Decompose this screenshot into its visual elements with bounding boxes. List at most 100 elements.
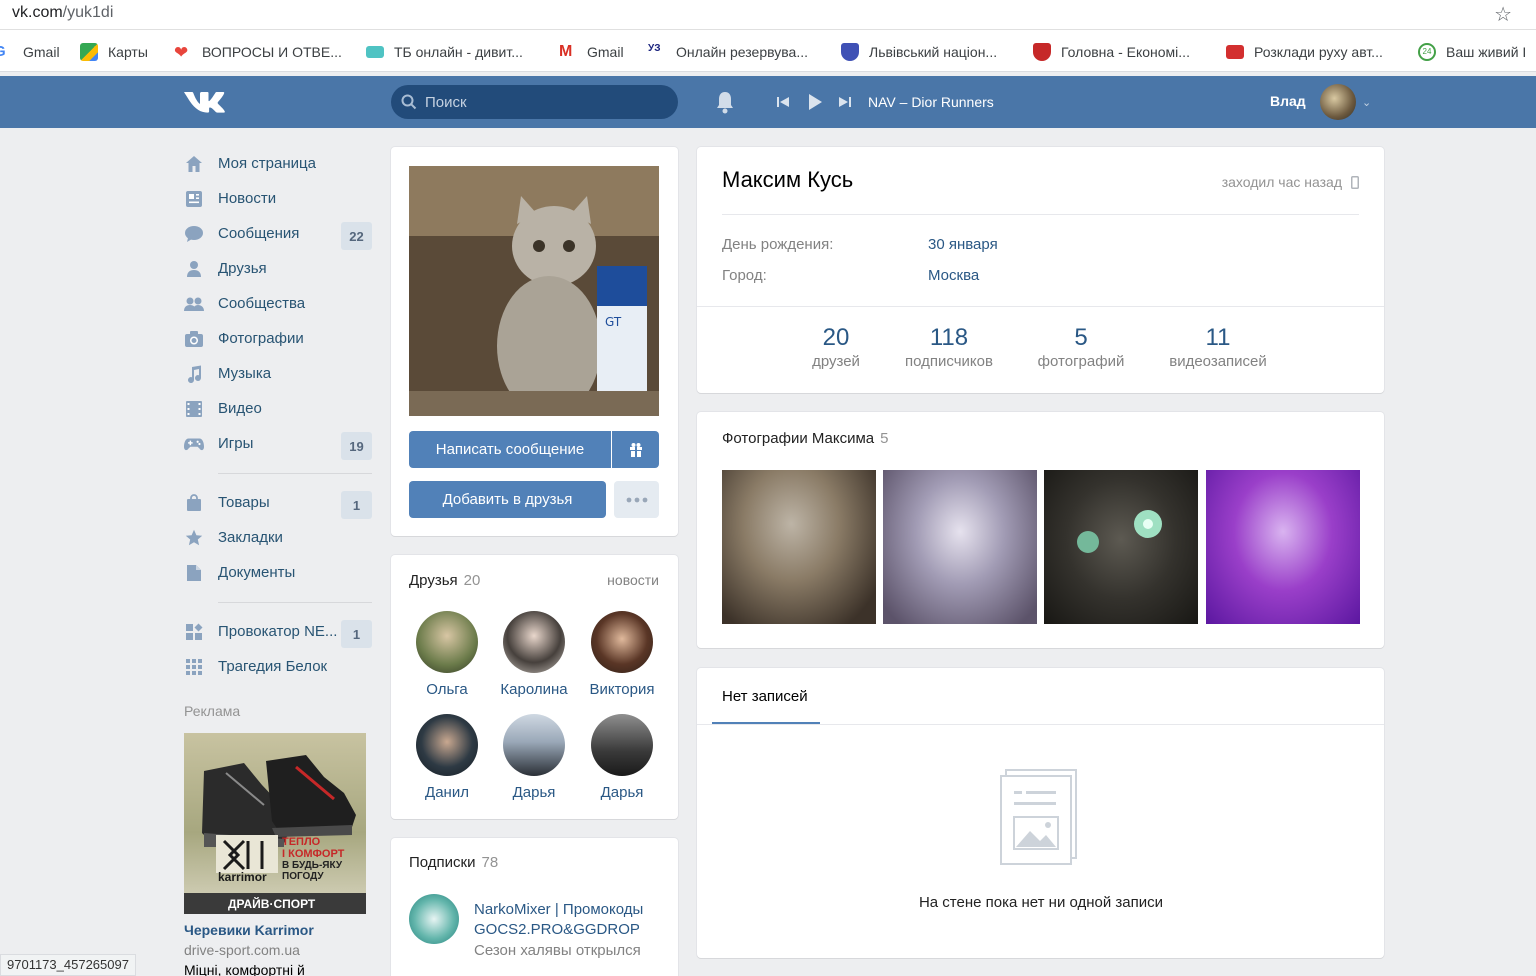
subscription-avatar[interactable] xyxy=(409,894,459,944)
play-icon[interactable] xyxy=(806,93,824,111)
gmail-icon: M xyxy=(559,43,573,60)
menu-item-video[interactable]: Видео xyxy=(184,391,372,426)
url-text[interactable]: vk.com/yuk1di xyxy=(12,4,113,22)
friend-item[interactable]: Виктория xyxy=(578,611,666,698)
friend-name: Ольга xyxy=(426,681,468,698)
birthday-label: День рождения: xyxy=(722,236,834,253)
bookmark-uz[interactable]: УЗ Онлайн резервува... xyxy=(648,42,808,62)
city-value[interactable]: Москва xyxy=(928,267,979,284)
menu-item-app-tragedy[interactable]: Трагедия Белок xyxy=(184,649,372,684)
now-playing-track[interactable]: NAV – Dior Runners xyxy=(868,94,994,110)
stat-videos[interactable]: 11 видеозаписей xyxy=(1158,324,1278,370)
friend-avatar xyxy=(503,714,565,776)
friend-item[interactable]: Данил xyxy=(403,714,491,801)
friend-name: Виктория xyxy=(589,681,655,698)
menu-item-music[interactable]: Музыка xyxy=(184,356,372,391)
menu-item-games[interactable]: Игры 19 xyxy=(184,426,372,461)
menu-item-documents[interactable]: Документы xyxy=(184,555,372,590)
svg-text:В БУДЬ-ЯКУ: В БУДЬ-ЯКУ xyxy=(282,860,343,871)
stat-friends[interactable]: 20 друзей xyxy=(796,324,876,370)
add-friend-button[interactable]: Добавить в друзья xyxy=(409,481,606,518)
ad-image[interactable]: karrimor ТЕПЛО І КОМФОРТ В БУДЬ-ЯКУ ПОГО… xyxy=(184,733,366,914)
more-actions-button[interactable] xyxy=(614,481,659,518)
crest-icon xyxy=(1033,43,1051,61)
ad-title[interactable]: Черевики Karrimor xyxy=(184,922,314,938)
friend-name: Дарья xyxy=(600,784,644,801)
document-icon xyxy=(184,564,204,582)
news-icon xyxy=(184,190,204,208)
address-bar[interactable]: vk.com/yuk1di ☆ xyxy=(0,0,1536,30)
svg-text:ДРАЙВ·СПОРТ: ДРАЙВ·СПОРТ xyxy=(228,896,316,911)
gift-button[interactable] xyxy=(612,431,659,468)
menu-item-goods[interactable]: Товары 1 xyxy=(184,485,372,520)
photos-title[interactable]: Фотографии Максима 5 xyxy=(722,430,889,447)
chevron-down-icon[interactable]: ⌄ xyxy=(1362,96,1371,109)
stat-photos[interactable]: 5 фотографий xyxy=(1026,324,1136,370)
photo-thumbnail[interactable] xyxy=(722,470,876,624)
next-track-icon[interactable] xyxy=(838,95,852,109)
photos-card: Фотографии Максима 5 xyxy=(697,412,1384,648)
bookmark-gmail-1[interactable]: GGmail xyxy=(0,42,60,62)
star-icon xyxy=(184,529,204,547)
bookmark-gmail-2[interactable]: M Gmail xyxy=(559,42,624,62)
send-message-button[interactable]: Написать сообщение xyxy=(409,431,611,468)
subscription-name[interactable]: NarkoMixer | Промокоды GOCS2.PRO&GGDROP xyxy=(474,900,674,940)
subscriptions-title[interactable]: Подписки 78 xyxy=(409,854,498,871)
bookmark-lviv[interactable]: Львівський націон... xyxy=(841,42,997,62)
bookmark-tb-online[interactable]: ТБ онлайн - дивит... xyxy=(366,42,523,62)
photo-thumbnail[interactable] xyxy=(1206,470,1360,624)
menu-item-label: Друзья xyxy=(218,260,267,277)
google-icon: G xyxy=(0,43,8,61)
milk-label: GT xyxy=(605,315,622,329)
menu-item-my-page[interactable]: Моя страница xyxy=(184,146,372,181)
bookmark-star-icon[interactable]: ☆ xyxy=(1494,2,1512,27)
menu-item-label: Провокатор NE... xyxy=(218,623,338,640)
more-dots-icon xyxy=(626,497,647,502)
menu-item-photos[interactable]: Фотографии xyxy=(184,321,372,356)
friends-news-link[interactable]: новости xyxy=(607,572,659,588)
menu-item-news[interactable]: Новости xyxy=(184,181,372,216)
search-bar[interactable] xyxy=(391,85,678,119)
current-user-avatar[interactable] xyxy=(1320,84,1356,120)
photo-thumbnail[interactable] xyxy=(883,470,1037,624)
menu-item-label: Новости xyxy=(218,190,277,207)
menu-item-groups[interactable]: Сообщества xyxy=(184,286,372,321)
photo-thumbnail[interactable] xyxy=(1044,470,1198,624)
friend-item[interactable]: Дарья xyxy=(490,714,578,801)
vk-logo-icon[interactable] xyxy=(184,89,228,115)
gift-icon xyxy=(629,442,642,458)
friends-title[interactable]: Друзья 20 xyxy=(409,572,480,589)
previous-track-icon[interactable] xyxy=(776,95,790,109)
birthday-value[interactable]: 30 января xyxy=(928,236,998,253)
menu-divider xyxy=(218,473,372,474)
friend-item[interactable]: Дарья xyxy=(578,714,666,801)
bookmark-maps[interactable]: Карты xyxy=(80,42,148,62)
current-user-name[interactable]: Влад xyxy=(1270,93,1306,109)
left-menu: Моя страница Новости Сообщения 22 Друзья… xyxy=(184,146,372,684)
friend-item[interactable]: Каролина xyxy=(490,611,578,698)
ad-domain[interactable]: drive-sport.com.ua xyxy=(184,942,300,958)
video-icon xyxy=(184,400,204,418)
friend-avatar xyxy=(416,611,478,673)
bookmark-questions[interactable]: ❤ ВОПРОСЫ И ОТВЕ... xyxy=(174,42,342,62)
bookmark-bus[interactable]: Розклади руху авт... xyxy=(1226,42,1383,62)
friend-item[interactable]: Ольга xyxy=(403,611,491,698)
menu-divider xyxy=(218,602,372,603)
menu-item-app-provocator[interactable]: Провокатор NE... 1 xyxy=(184,614,372,649)
notifications-bell-icon[interactable] xyxy=(714,90,736,114)
city-label: Город: xyxy=(722,267,767,284)
menu-item-label: Сообщения xyxy=(218,225,300,242)
friend-name: Каролина xyxy=(500,681,568,698)
bus-icon xyxy=(1226,45,1244,59)
stat-followers[interactable]: 118 подписчиков xyxy=(894,324,1004,370)
menu-item-messages[interactable]: Сообщения 22 xyxy=(184,216,372,251)
menu-item-label: Музыка xyxy=(218,365,272,382)
profile-photo[interactable]: GT xyxy=(409,166,659,416)
menu-item-friends[interactable]: Друзья xyxy=(184,251,372,286)
bookmark-24[interactable]: 24 Ваш живий І xyxy=(1418,42,1526,62)
bookmark-economy[interactable]: Головна - Економі... xyxy=(1033,42,1190,62)
tab-no-posts[interactable]: Нет записей xyxy=(722,688,808,705)
menu-item-bookmarks[interactable]: Закладки xyxy=(184,520,372,555)
search-input[interactable] xyxy=(425,85,665,119)
menu-item-label: Моя страница xyxy=(218,155,316,172)
